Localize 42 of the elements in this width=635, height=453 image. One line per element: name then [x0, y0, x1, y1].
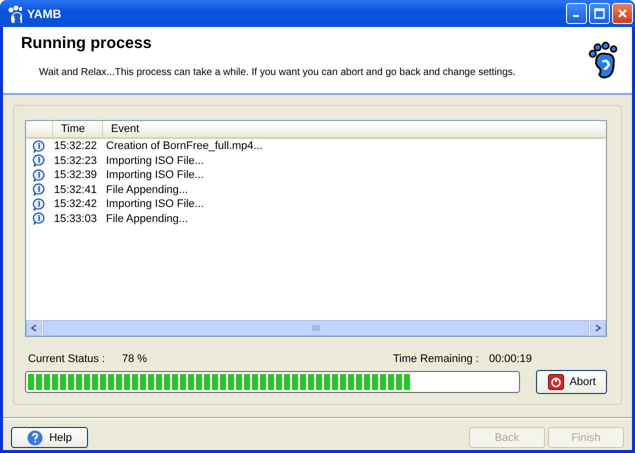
event-cell: File Appending...: [106, 212, 188, 225]
scroll-left-button[interactable]: [26, 320, 42, 336]
remaining-value: 00:00:19: [489, 353, 533, 365]
info-icon: [32, 212, 44, 226]
grip-icon: [312, 325, 320, 331]
remaining-label: Time Remaining :: [393, 353, 480, 365]
column-header[interactable]: Time: [52, 121, 102, 137]
maximize-icon: [594, 8, 605, 19]
time-cell-text: 15:32:42: [53, 198, 98, 210]
power-icon: [548, 374, 564, 390]
abort-button[interactable]: Abort: [536, 370, 607, 394]
info-icon: [32, 168, 44, 182]
time-cell-text: 15:32:39: [53, 169, 98, 182]
maximize-button[interactable]: [589, 3, 610, 24]
help-icon: [27, 430, 44, 446]
time-cell-text: 15:32:41: [53, 184, 98, 196]
event-cell: Creation of BornFree_full.mp4...: [106, 140, 263, 152]
info-icon: [32, 154, 44, 168]
chevron-left-icon: [30, 324, 38, 332]
minimize-button[interactable]: [566, 3, 587, 24]
event-cell: Importing ISO File...: [106, 154, 204, 167]
scroll-right-button[interactable]: [590, 320, 606, 336]
event-cell: Importing ISO File...: [106, 169, 204, 182]
column-header[interactable]: Event: [102, 121, 606, 137]
help-button[interactable]: Help: [11, 427, 88, 448]
chevron-right-icon: [594, 324, 602, 332]
window-title: YAMB: [27, 6, 62, 20]
info-icon: [32, 198, 44, 211]
event-cell: File Appending...: [106, 184, 188, 196]
close-button[interactable]: [612, 3, 633, 24]
page-title: Running process: [21, 35, 153, 53]
status-label: Current Status :: [27, 353, 106, 365]
info-icon: [32, 183, 44, 196]
time-cell-text: 15:33:03: [53, 212, 98, 225]
info-icon: [32, 140, 44, 153]
foot-icon: [6, 4, 22, 22]
time-cell-text: 15:32:22: [53, 140, 98, 152]
time-cell-text: 15:32:23: [53, 154, 98, 167]
event-cell: Importing ISO File...: [106, 198, 204, 210]
page-subtitle: Wait and Relax...This process can take a while. If you want you can abort and go back and change settings.: [39, 67, 517, 78]
status-value: 78 %: [122, 353, 148, 365]
close-icon: [617, 8, 628, 19]
